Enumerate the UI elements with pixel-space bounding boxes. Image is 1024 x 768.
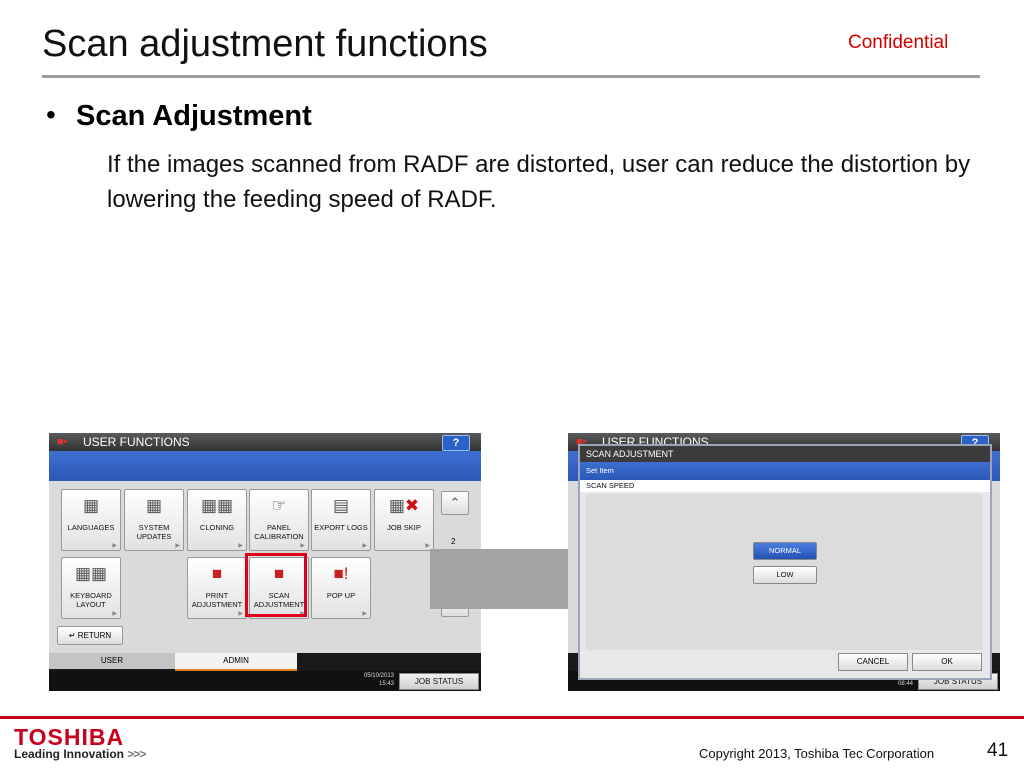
panel-calibration-label: PANEL CALIBRATION <box>254 523 304 541</box>
bullet-body: If the images scanned from RADF are dist… <box>107 151 971 213</box>
page-number: 41 <box>987 740 1009 761</box>
time-display: 08:44 <box>897 681 913 687</box>
return-arrow-icon: ↵ <box>68 631 76 640</box>
submenu-arrow-icon: ▶ <box>362 611 367 617</box>
export-logs-icon: ▤ <box>332 496 350 515</box>
export-logs-button[interactable]: ▤ EXPORT LOGS ▶ <box>311 489 371 551</box>
system-updates-label: SYSTEM UPDATES <box>136 523 172 541</box>
normal-option-button[interactable]: NORMAL <box>753 542 817 560</box>
status-footer: 05/10/2013 15:43 JOB STATUS <box>49 671 481 691</box>
submenu-arrow-icon: ▶ <box>175 543 180 549</box>
touch-hand-icon: ☞ <box>271 496 287 515</box>
return-label: RETURN <box>77 631 112 640</box>
languages-label: LANGUAGES <box>67 523 115 532</box>
toolbox-icon: ■ <box>211 564 223 583</box>
print-adjustment-button[interactable]: ■ PRINT ADJUSTMENT ▶ <box>187 557 247 619</box>
dialog-title: SCAN ADJUSTMENT <box>580 446 990 462</box>
submenu-arrow-icon: ▶ <box>238 611 243 617</box>
ok-button[interactable]: OK <box>912 653 982 671</box>
tab-admin[interactable]: ADMIN <box>175 653 297 672</box>
cloning-label: CLONING <box>199 523 235 532</box>
low-option-button[interactable]: LOW <box>753 566 817 584</box>
print-adjustment-label: PRINT ADJUSTMENT <box>191 591 243 609</box>
pop-up-button[interactable]: ■! POP UP ▶ <box>311 557 371 619</box>
panel-title-bar: ■▪ USER FUNCTIONS ? <box>49 433 481 451</box>
slide-title: Scan adjustment functions <box>42 23 488 65</box>
job-skip-icon: ▦✖ <box>388 496 420 515</box>
pop-up-label: POP UP <box>326 591 356 600</box>
scroll-up-button[interactable]: ⌃ <box>441 491 469 515</box>
date-display: 05/10/2013 <box>363 673 394 679</box>
panel-calibration-button[interactable]: ☞ PANEL CALIBRATION ▶ <box>249 489 309 551</box>
system-updates-icon: ▦ <box>145 496 163 515</box>
title-divider <box>42 75 980 78</box>
help-button[interactable]: ? <box>442 435 470 451</box>
cancel-button[interactable]: CANCEL <box>838 653 908 671</box>
option-area: NORMAL LOW <box>586 494 982 650</box>
keyboard-layout-button[interactable]: ▦▦ KEYBOARD LAYOUT ▶ <box>61 557 121 619</box>
job-status-button[interactable]: JOB STATUS <box>399 673 479 690</box>
printer-icon: ■▪ <box>57 436 68 448</box>
user-functions-screenshot: ■▪ USER FUNCTIONS ? ▦ LANGUAGES ▶ ▦ SYST… <box>49 433 481 691</box>
languages-button[interactable]: ▦ LANGUAGES ▶ <box>61 489 121 551</box>
copyright-text: Copyright 2013, Toshiba Tec Corporation <box>699 746 935 761</box>
bullet-heading: Scan Adjustment <box>76 100 312 132</box>
tagline-text: Leading Innovation <box>14 747 124 761</box>
submenu-arrow-icon: ▶ <box>362 543 367 549</box>
scan-adjustment-screenshot: ■▪ USER FUNCTIONS ? 08:44 JOB STATUS SCA… <box>568 433 1000 691</box>
submenu-arrow-icon: ▶ <box>300 543 305 549</box>
job-skip-label: JOB SKIP <box>387 523 421 532</box>
chevron-right-icon: >>> <box>127 747 146 761</box>
return-button[interactable]: ↵ RETURN <box>57 626 123 645</box>
panel-title: USER FUNCTIONS <box>83 435 190 449</box>
keyboard-icon: ▦▦ <box>74 564 108 583</box>
keyboard-layout-label: KEYBOARD LAYOUT <box>70 591 112 609</box>
scan-speed-label: SCAN SPEED <box>580 480 990 492</box>
languages-icon: ▦ <box>82 496 100 515</box>
chevron-up-icon: ⌃ <box>449 495 461 510</box>
cloning-button[interactable]: ▦▦ CLONING ▶ <box>187 489 247 551</box>
submenu-arrow-icon: ▶ <box>238 543 243 549</box>
submenu-arrow-icon: ▶ <box>112 611 117 617</box>
tab-user[interactable]: USER <box>49 653 175 669</box>
export-logs-label: EXPORT LOGS <box>314 523 368 532</box>
job-skip-button[interactable]: ▦✖ JOB SKIP ▶ <box>374 489 434 551</box>
scan-adjustment-dialog: SCAN ADJUSTMENT Set Item SCAN SPEED NORM… <box>578 444 992 680</box>
time-display: 15:43 <box>378 681 394 687</box>
bullet-dot: • <box>46 99 56 130</box>
system-updates-button[interactable]: ▦ SYSTEM UPDATES ▶ <box>124 489 184 551</box>
set-item-header: Set Item <box>580 462 990 480</box>
logo-tagline: Leading Innovation >>> <box>14 747 146 761</box>
footer-divider <box>0 716 1024 719</box>
confidential-label: Confidential <box>848 32 949 53</box>
cloning-icon: ▦▦ <box>200 496 234 515</box>
panel-header-band <box>49 451 481 481</box>
toolbox-alert-icon: ■! <box>333 564 349 583</box>
scan-adjustment-highlight <box>245 553 307 617</box>
submenu-arrow-icon: ▶ <box>112 543 117 549</box>
